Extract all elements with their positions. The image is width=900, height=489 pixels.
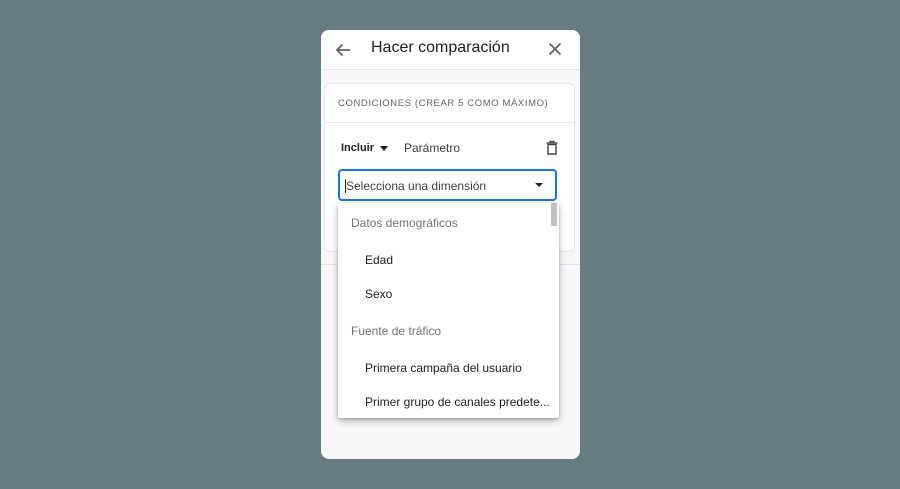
back-arrow-icon[interactable] [333,40,353,60]
dimension-select-placeholder: Selecciona una dimensión [344,179,487,193]
conditions-header-label: CONDICIONES (CREAR 5 COMO MÁXIMO) [338,98,549,109]
dimension-dropdown-menu: Datos demográficos Edad Sexo Fuente de t… [338,203,559,418]
group-label-demographics: Datos demográficos [351,216,458,230]
option-first-user-campaign[interactable]: Primera campaña del usuario [365,361,522,375]
include-label: Incluir [341,142,375,154]
conditions-header: CONDICIONES (CREAR 5 COMO MÁXIMO) [325,84,574,123]
option-edad[interactable]: Edad [365,253,393,267]
dimension-select[interactable]: Selecciona una dimensión [338,169,557,201]
dropdown-scrollbar[interactable] [551,203,557,226]
option-sexo[interactable]: Sexo [365,287,392,301]
option-first-default-channel-group[interactable]: Primer grupo de canales predete... [365,395,550,409]
trash-icon[interactable] [545,140,559,156]
close-icon[interactable] [545,39,565,59]
include-dropdown-button[interactable]: Incluir [341,142,389,154]
group-label-traffic-source: Fuente de tráfico [351,324,442,338]
parameter-label: Parámetro [404,141,461,155]
caret-down-icon [380,145,389,151]
panel-title: Hacer comparación [371,39,510,56]
caret-down-icon [535,183,543,187]
panel-header: Hacer comparación [321,30,580,70]
